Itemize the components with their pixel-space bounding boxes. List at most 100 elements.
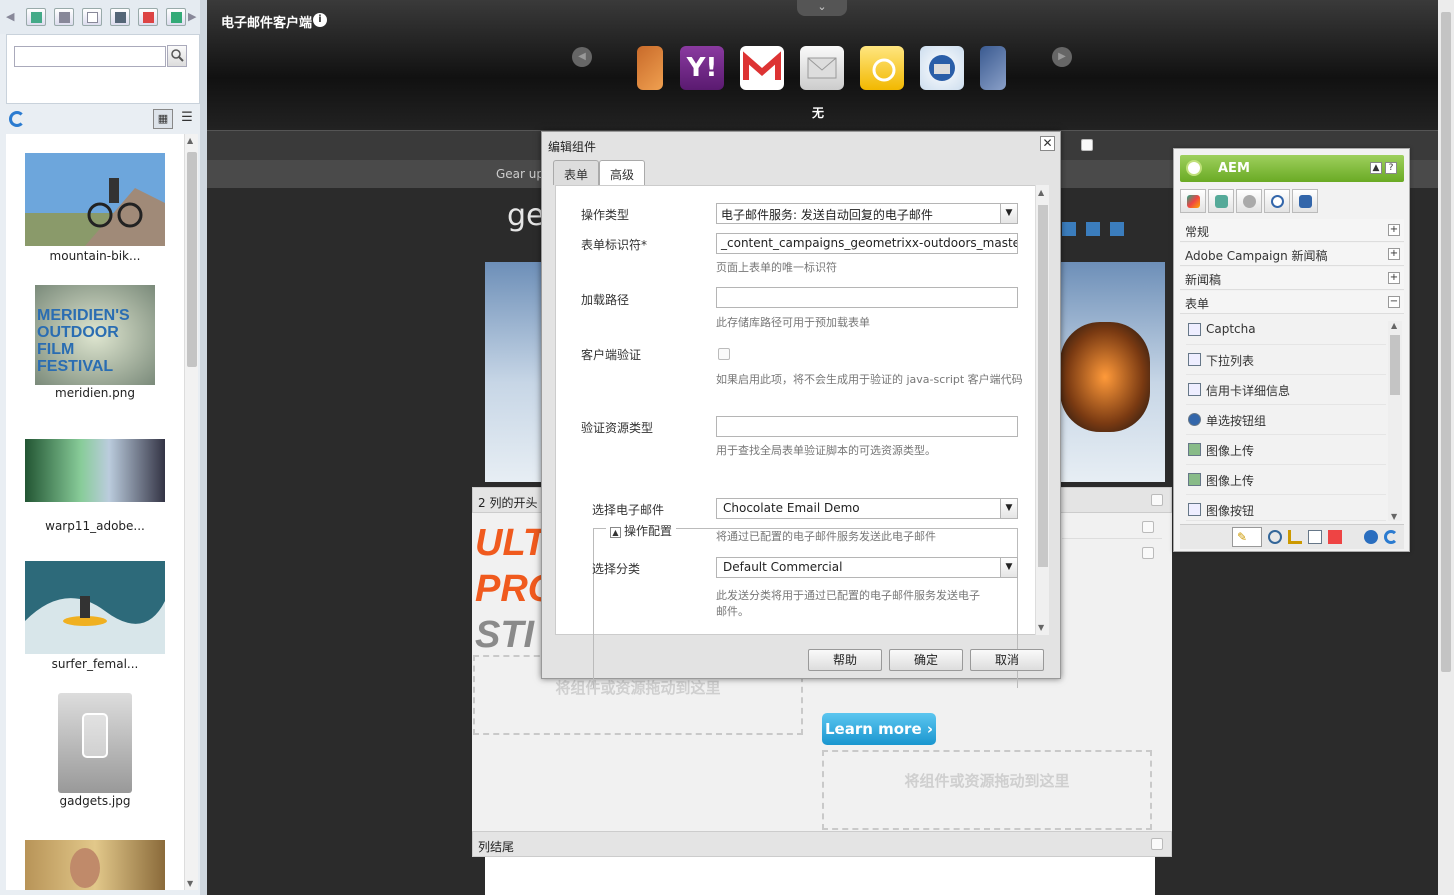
sidekick-header[interactable]: AEM ▲ ? [1180,155,1404,182]
gmail-icon[interactable] [740,46,784,90]
asset-thumbnail [58,693,132,793]
collapse-icon[interactable]: ▲ [610,527,621,538]
tab-form[interactable]: 表单 [553,160,600,185]
chevron-down-icon[interactable]: ▼ [1000,558,1017,577]
thunderbird-icon[interactable] [920,46,964,90]
close-icon[interactable]: ✕ [1040,136,1055,151]
pages-tab-icon[interactable] [82,8,102,26]
client-validation-checkbox[interactable] [718,348,730,360]
component-checkbox[interactable] [1142,547,1154,559]
expand-icon[interactable]: + [1388,248,1400,260]
lock-tab-icon[interactable] [1236,189,1262,213]
component-checkbox[interactable] [1081,139,1093,151]
sidekick-scrollbar[interactable]: ▲ ▼ [1388,321,1402,521]
dialog-scrollbar[interactable]: ▲ ▼ [1035,185,1049,635]
page-tab-icon[interactable] [1208,189,1234,213]
sk-item-radio-group[interactable]: 单选按钮组 [1186,405,1386,435]
movies-tab-icon[interactable] [110,8,130,26]
s7-tab-icon[interactable] [138,8,158,26]
form-id-field[interactable]: _content_campaigns_geometrixx-outdoors_m… [716,233,1018,254]
activate-icon[interactable] [1328,530,1342,544]
component-checkbox[interactable] [1151,494,1163,506]
twitter-icon[interactable] [1062,222,1076,236]
expand-icon[interactable]: + [1388,224,1400,236]
asset-item[interactable] [6,840,184,890]
component-checkbox[interactable] [1151,838,1163,850]
asset-item[interactable]: MERIDIEN'S OUTDOOR FILM FESTIVAL meridie… [6,285,184,400]
sk-item-dropdown[interactable]: 下拉列表 [1186,345,1386,375]
action-type-select[interactable]: 电子邮件服务: 发送自动回复的电子邮件 ▼ [716,203,1018,224]
sidekick-title: AEM [1218,161,1250,176]
flash-tab-icon[interactable] [166,8,186,26]
component-row [1062,541,1162,565]
cancel-button[interactable]: 取消 [970,649,1044,671]
linkedin-icon[interactable] [1086,222,1100,236]
component-checkbox[interactable] [1142,521,1154,533]
workflow-tab-icon[interactable] [1264,189,1290,213]
asset-search-box [6,34,200,104]
asset-item[interactable]: warp11_adobe... [6,439,184,533]
refresh-icon[interactable] [9,111,25,127]
preview-icon[interactable] [1268,530,1282,544]
carousel-prev-icon[interactable]: ◀ [572,47,592,67]
help-icon[interactable]: ? [1385,162,1397,174]
sitemap-tab-icon[interactable] [1292,189,1318,213]
forward-arrow-icon[interactable]: ▶ [188,10,196,23]
chevron-down-icon[interactable]: ⌄ [797,0,847,16]
components-tab-icon[interactable] [1180,189,1206,213]
sidekick-footer-toolbar: ✎ [1180,524,1404,549]
globe-icon[interactable] [1364,530,1378,544]
panel-splitter[interactable] [200,0,207,895]
action-config-legend[interactable]: ▲ 操作配置 [606,522,677,539]
ok-button[interactable]: 确定 [889,649,963,671]
chevron-down-icon[interactable]: ▼ [1000,499,1017,518]
asset-search-input[interactable] [14,46,166,67]
asset-item[interactable]: mountain-bik... [6,153,184,263]
sk-group-general[interactable]: 常规 + [1180,219,1404,242]
refresh-icon[interactable] [1384,530,1398,544]
help-button[interactable]: 帮助 [808,649,882,671]
select-email-dropdown[interactable]: Chocolate Email Demo ▼ [716,498,1018,519]
mail-icon[interactable] [1110,222,1124,236]
expand-icon[interactable]: + [1388,272,1400,284]
learn-more-button[interactable]: Learn more › [822,713,936,745]
asset-name: surfer_femal... [51,657,139,671]
asset-item[interactable]: surfer_femal... [6,561,184,671]
search-icon[interactable] [167,45,187,67]
tab-advanced[interactable]: 高级 [599,160,646,185]
grid-view-icon[interactable]: ▦ [153,109,173,129]
sk-group-campaign-newsletter[interactable]: Adobe Campaign 新闻稿 + [1180,243,1404,266]
chevron-down-icon[interactable]: ▼ [1000,204,1017,223]
properties-icon[interactable] [1308,530,1322,544]
generic-mail-icon[interactable] [800,46,844,90]
yahoo-icon[interactable]: Y! [680,46,724,90]
select-category-dropdown[interactable]: Default Commercial ▼ [716,557,1018,578]
email-client-partial[interactable] [637,46,663,90]
info-icon[interactable]: i [313,13,327,27]
carousel-next-icon[interactable]: ▶ [1052,47,1072,67]
page-scrollbar[interactable] [1438,0,1454,895]
sk-group-newsletter[interactable]: 新闻稿 + [1180,267,1404,290]
validation-type-field[interactable] [716,416,1018,437]
asset-item[interactable]: gadgets.jpg [6,693,184,808]
email-client-partial[interactable] [980,46,1006,90]
page-footer-area [485,857,1155,895]
list-view-icon[interactable]: ☰ [177,109,197,129]
sk-item-image-upload[interactable]: 图像上传 [1186,435,1386,465]
design-mode-icon[interactable] [1288,530,1302,544]
outlook-icon[interactable] [860,46,904,90]
documents-tab-icon[interactable] [54,8,74,26]
edit-mode-icon[interactable]: ✎ [1232,527,1262,547]
sk-group-form[interactable]: 表单 − [1180,291,1404,314]
images-tab-icon[interactable] [26,8,46,26]
drop-zone[interactable]: 将组件或资源拖动到这里 [822,750,1152,830]
load-path-field[interactable] [716,287,1018,308]
minimize-icon[interactable]: ▲ [1370,162,1382,174]
sk-item-image-upload[interactable]: 图像上传 [1186,465,1386,495]
back-arrow-icon[interactable]: ◀ [6,10,14,23]
sk-item-credit-card[interactable]: 信用卡详细信息 [1186,375,1386,405]
sk-item-captcha[interactable]: Captcha [1186,315,1386,345]
collapse-icon[interactable]: − [1388,296,1400,308]
asset-list-scrollbar[interactable]: ▲ ▼ [184,134,198,890]
sk-item-image-button[interactable]: 图像按钮 [1186,495,1386,521]
